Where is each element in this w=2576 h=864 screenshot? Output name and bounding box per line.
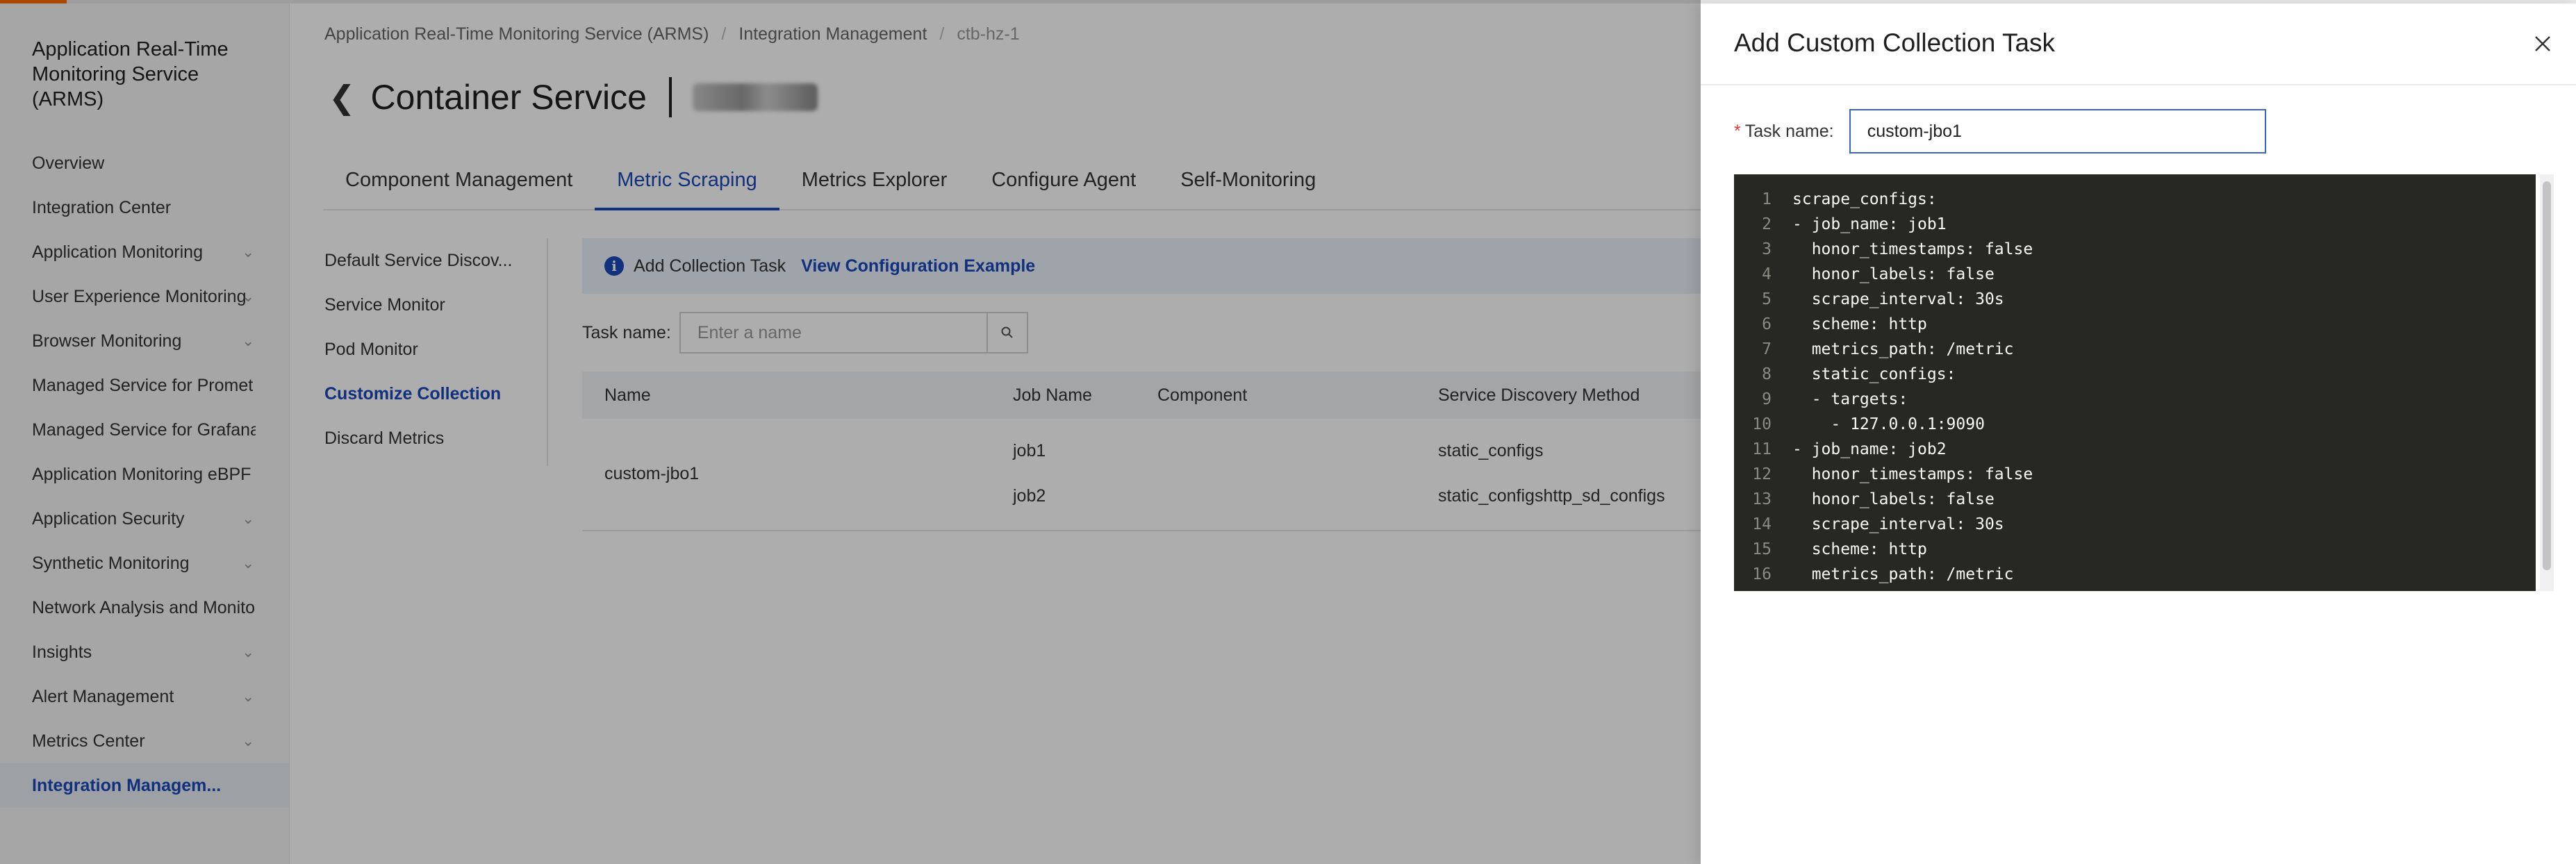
close-x-icon — [2535, 36, 2550, 51]
editor-scrollbar-thumb[interactable] — [2543, 181, 2551, 570]
line-number: 4 — [1762, 265, 1772, 283]
code-line: scrape_interval: 30s — [1792, 515, 2004, 533]
line-number: 12 — [1752, 465, 1772, 483]
line-number: 3 — [1762, 240, 1772, 258]
line-number: 6 — [1762, 315, 1772, 333]
required-mark: * — [1734, 121, 1741, 141]
code-line: honor_labels: false — [1792, 265, 1995, 283]
drawer-title: Add Custom Collection Task — [1734, 28, 2056, 57]
code-line: metrics_path: /metric — [1792, 340, 2014, 358]
code-line: static_configs: — [1792, 365, 1956, 383]
yaml-code-editor[interactable]: 1 2 3 4 5 6 7 8 9 10 11 12 13 14 15 16 scrape_configs: -… — [1734, 174, 2536, 591]
code-line: - job_name: job2 — [1792, 440, 1947, 458]
code-line: scheme: http — [1792, 540, 1927, 558]
line-number: 2 — [1762, 215, 1772, 233]
modal-backdrop[interactable] — [0, 0, 1701, 864]
code-line: honor_labels: false — [1792, 490, 1995, 508]
code-line: scrape_interval: 30s — [1792, 290, 2004, 308]
task-name-input[interactable] — [1849, 109, 2266, 153]
code-line: honor_timestamps: false — [1792, 240, 2033, 258]
code-line: - job_name: job1 — [1792, 215, 1947, 233]
line-number: 16 — [1752, 565, 1772, 583]
code-line: - 127.0.0.1:9090 — [1792, 415, 1985, 433]
task-name-label: Task name: — [1744, 121, 1834, 141]
task-name-form-row: * Task name: — [1734, 109, 2266, 153]
line-number: 1 — [1762, 190, 1772, 208]
line-number: 15 — [1752, 540, 1772, 558]
code-content: scrape_configs: - job_name: job1 honor_ti… — [1792, 187, 2033, 587]
line-number: 14 — [1752, 515, 1772, 533]
drawer-header: Add Custom Collection Task — [1701, 3, 2576, 85]
line-number-gutter: 1 2 3 4 5 6 7 8 9 10 11 12 13 14 15 16 — [1734, 187, 1772, 587]
code-line: scheme: http — [1792, 315, 1927, 333]
line-number: 5 — [1762, 290, 1772, 308]
add-custom-collection-task-drawer: Add Custom Collection Task * Task name: … — [1701, 3, 2576, 864]
line-number: 11 — [1752, 440, 1772, 458]
line-number: 7 — [1762, 340, 1772, 358]
line-number: 9 — [1762, 390, 1772, 408]
code-line: scrape_configs: — [1792, 190, 1937, 208]
code-line: metrics_path: /metric — [1792, 565, 2014, 583]
code-line: honor_timestamps: false — [1792, 465, 2033, 483]
close-icon[interactable] — [2529, 30, 2557, 58]
line-number: 13 — [1752, 490, 1772, 508]
line-number: 10 — [1752, 415, 1772, 433]
code-line: - targets: — [1792, 390, 1908, 408]
line-number: 8 — [1762, 365, 1772, 383]
